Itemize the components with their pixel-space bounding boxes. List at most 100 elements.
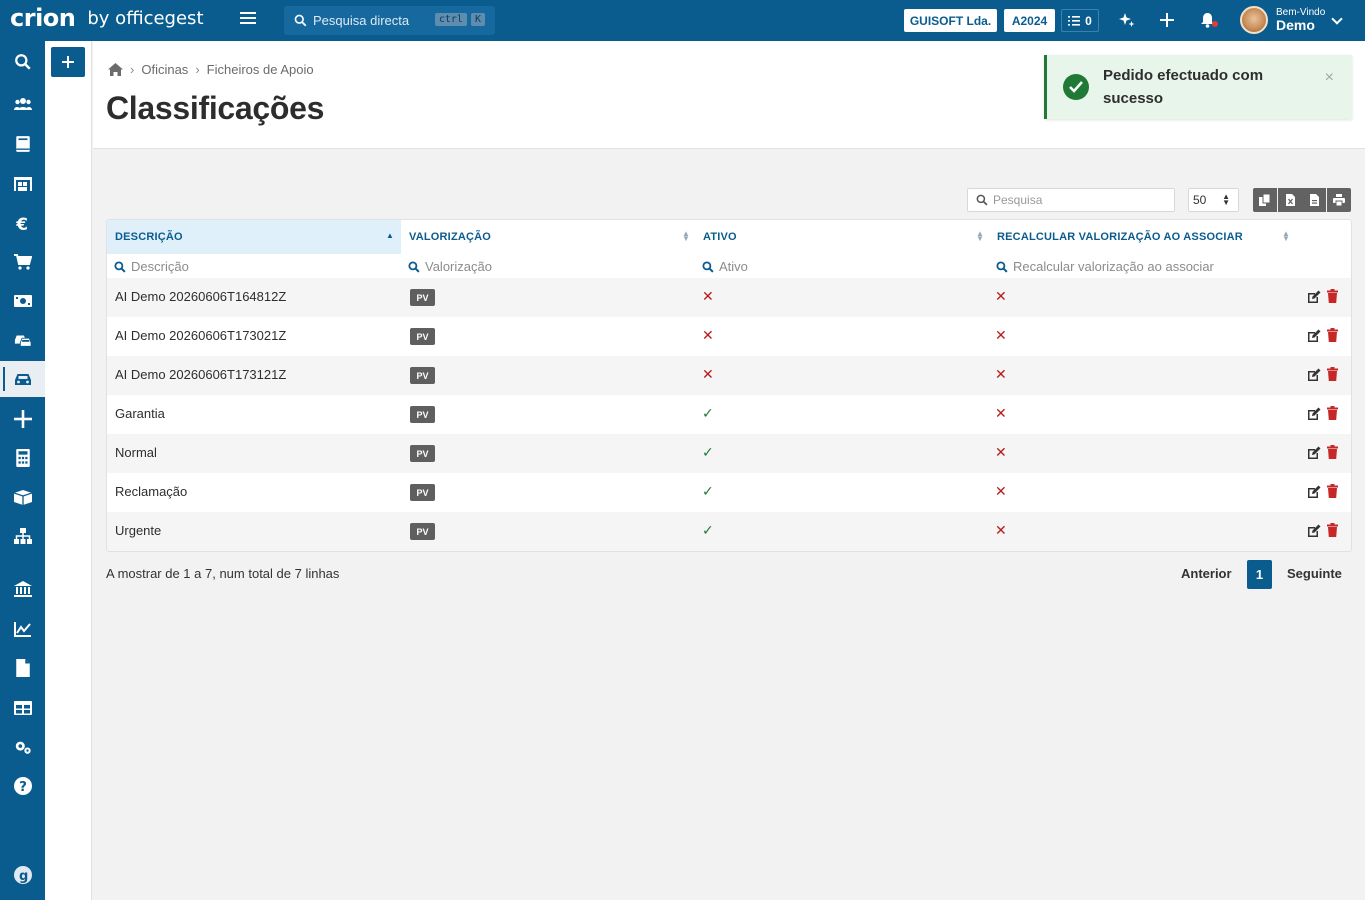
filter-ativo[interactable]: Ativo — [695, 254, 748, 279]
menu-toggle-icon[interactable] — [240, 12, 256, 28]
table-row[interactable]: AI Demo 20260606T164812Z PV ✕ ✕ — [107, 278, 1351, 317]
chevron-down-icon[interactable] — [1331, 13, 1343, 25]
table-row[interactable]: Reclamação PV ✓ ✕ — [107, 473, 1351, 512]
avatar[interactable] — [1240, 6, 1268, 34]
pagination-page-current[interactable]: 1 — [1247, 560, 1272, 589]
filter-recalcular[interactable]: Recalcular valorização ao associar — [989, 254, 1214, 279]
trash-icon[interactable] — [1327, 484, 1338, 498]
sidebar-item-documents[interactable] — [0, 650, 45, 686]
sidebar-item-finance[interactable]: € — [0, 205, 45, 241]
edit-icon[interactable] — [1307, 407, 1321, 421]
search-icon — [976, 194, 988, 206]
tasks-button[interactable]: 0 — [1061, 9, 1099, 32]
app-logo[interactable]: crion by officegest — [10, 4, 204, 32]
sidebar-item-workshops[interactable] — [0, 361, 45, 397]
edit-icon[interactable] — [1307, 368, 1321, 382]
filter-placeholder: Ativo — [719, 259, 748, 274]
excel-export-button[interactable] — [1278, 188, 1302, 212]
pagination-next[interactable]: Seguinte — [1287, 566, 1342, 581]
edit-icon[interactable] — [1307, 290, 1321, 304]
close-icon[interactable]: × — [1325, 69, 1334, 87]
table-info: A mostrar de 1 a 7, num total de 7 linha… — [106, 566, 340, 581]
sidebar-item-books[interactable] — [0, 126, 45, 162]
trash-icon[interactable] — [1327, 406, 1338, 420]
trash-icon[interactable] — [1327, 328, 1338, 342]
page-size-select[interactable]: 50 ▲ ▼ — [1188, 188, 1239, 212]
sidebar-item-banks[interactable] — [0, 571, 45, 607]
sidebar-item-settings[interactable] — [0, 729, 45, 765]
sidebar-item-payments[interactable] — [0, 283, 45, 319]
edit-icon[interactable] — [1307, 329, 1321, 343]
shortcut-key-k: K — [470, 13, 485, 26]
filter-valorizacao[interactable]: Valorização — [401, 254, 492, 279]
sidebar-item-stock[interactable] — [0, 479, 45, 515]
sidebar-item-organization[interactable] — [0, 518, 45, 554]
check-icon: ✓ — [702, 522, 714, 538]
cross-icon: ✕ — [995, 327, 1007, 343]
cross-icon: ✕ — [995, 522, 1007, 538]
valorizacao-badge: PV — [410, 367, 435, 384]
sidebar-item-search[interactable] — [0, 44, 45, 80]
breadcrumb-oficinas[interactable]: Oficinas — [141, 62, 188, 77]
column-header-valorizacao[interactable]: VALORIZAÇÃO ▲ ▼ — [401, 220, 695, 254]
cross-icon: ✕ — [995, 405, 1007, 421]
bank-icon — [13, 581, 32, 597]
cell-descricao: AI Demo 20260606T173121Z — [115, 367, 287, 382]
filter-placeholder: Recalcular valorização ao associar — [1013, 259, 1214, 274]
sidebar-item-users[interactable] — [0, 86, 45, 122]
column-header-ativo[interactable]: ATIVO ▲ ▼ — [695, 220, 989, 254]
sidebar-item-tables[interactable] — [0, 690, 45, 726]
table-row[interactable]: Normal PV ✓ ✕ — [107, 434, 1351, 473]
filter-descricao[interactable]: Descrição — [107, 254, 189, 279]
pagination-previous[interactable]: Anterior — [1181, 566, 1232, 581]
svg-text:€: € — [15, 214, 28, 232]
cell-descricao: Urgente — [115, 523, 162, 538]
print-button[interactable] — [1327, 188, 1351, 212]
brand-by: by officegest — [87, 7, 204, 29]
column-header-descricao[interactable]: DESCRIÇÃO ▲ — [107, 220, 401, 254]
user-menu[interactable]: Bem-Vindo Demo — [1276, 8, 1325, 33]
file-pdf-icon — [1310, 194, 1319, 206]
global-search-input[interactable]: Pesquisa directa ctrl K — [284, 6, 495, 35]
table-search-input[interactable]: Pesquisa — [967, 188, 1175, 212]
sidebar-item-sales[interactable] — [0, 244, 45, 280]
sidebar-item-officegest[interactable]: g — [0, 857, 45, 893]
book-icon — [15, 136, 30, 152]
sidebar-item-reports[interactable] — [0, 611, 45, 647]
sidebar-item-fleet[interactable] — [0, 322, 45, 358]
table-row[interactable]: Urgente PV ✓ ✕ — [107, 512, 1351, 551]
trash-icon[interactable] — [1327, 523, 1338, 537]
edit-icon[interactable] — [1307, 485, 1321, 499]
sidebar-item-add[interactable] — [0, 401, 45, 437]
pdf-export-button[interactable] — [1302, 188, 1326, 212]
sub-column — [45, 41, 92, 900]
trash-icon[interactable] — [1327, 445, 1338, 459]
sort-icon: ▲ ▼ — [976, 229, 985, 243]
edit-icon[interactable] — [1307, 524, 1321, 538]
svg-text:g: g — [19, 869, 28, 884]
sort-asc-icon: ▲ — [386, 231, 395, 240]
ai-sparkle-icon[interactable] — [1118, 11, 1136, 29]
table-row[interactable]: AI Demo 20260606T173021Z PV ✕ ✕ — [107, 317, 1351, 356]
filter-placeholder: Descrição — [131, 259, 189, 274]
add-new-button[interactable] — [51, 47, 85, 77]
home-icon[interactable] — [108, 63, 123, 76]
add-icon[interactable] — [1158, 11, 1176, 29]
print-icon — [1333, 194, 1345, 206]
trash-icon[interactable] — [1327, 289, 1338, 303]
copy-button[interactable] — [1253, 188, 1277, 212]
trash-icon[interactable] — [1327, 367, 1338, 381]
column-header-label: RECALCULAR VALORIZAÇÃO AO ASSOCIAR — [997, 231, 1243, 243]
breadcrumb-ficheiros-apoio[interactable]: Ficheiros de Apoio — [207, 62, 314, 77]
sidebar-item-help[interactable]: ? — [0, 768, 45, 804]
company-selector[interactable]: GUISOFT Lda. — [904, 9, 997, 32]
year-selector[interactable]: A2024 — [1004, 9, 1055, 32]
table-row[interactable]: Garantia PV ✓ ✕ — [107, 395, 1351, 434]
table-row[interactable]: AI Demo 20260606T173121Z PV ✕ ✕ — [107, 356, 1351, 395]
column-header-recalcular[interactable]: RECALCULAR VALORIZAÇÃO AO ASSOCIAR ▲ ▼ — [989, 220, 1299, 254]
edit-icon[interactable] — [1307, 446, 1321, 460]
brand-name: crion — [10, 4, 76, 32]
sidebar-item-accounting[interactable] — [0, 440, 45, 476]
sidebar-item-warehouse[interactable] — [0, 165, 45, 201]
cell-descricao: AI Demo 20260606T164812Z — [115, 289, 287, 304]
